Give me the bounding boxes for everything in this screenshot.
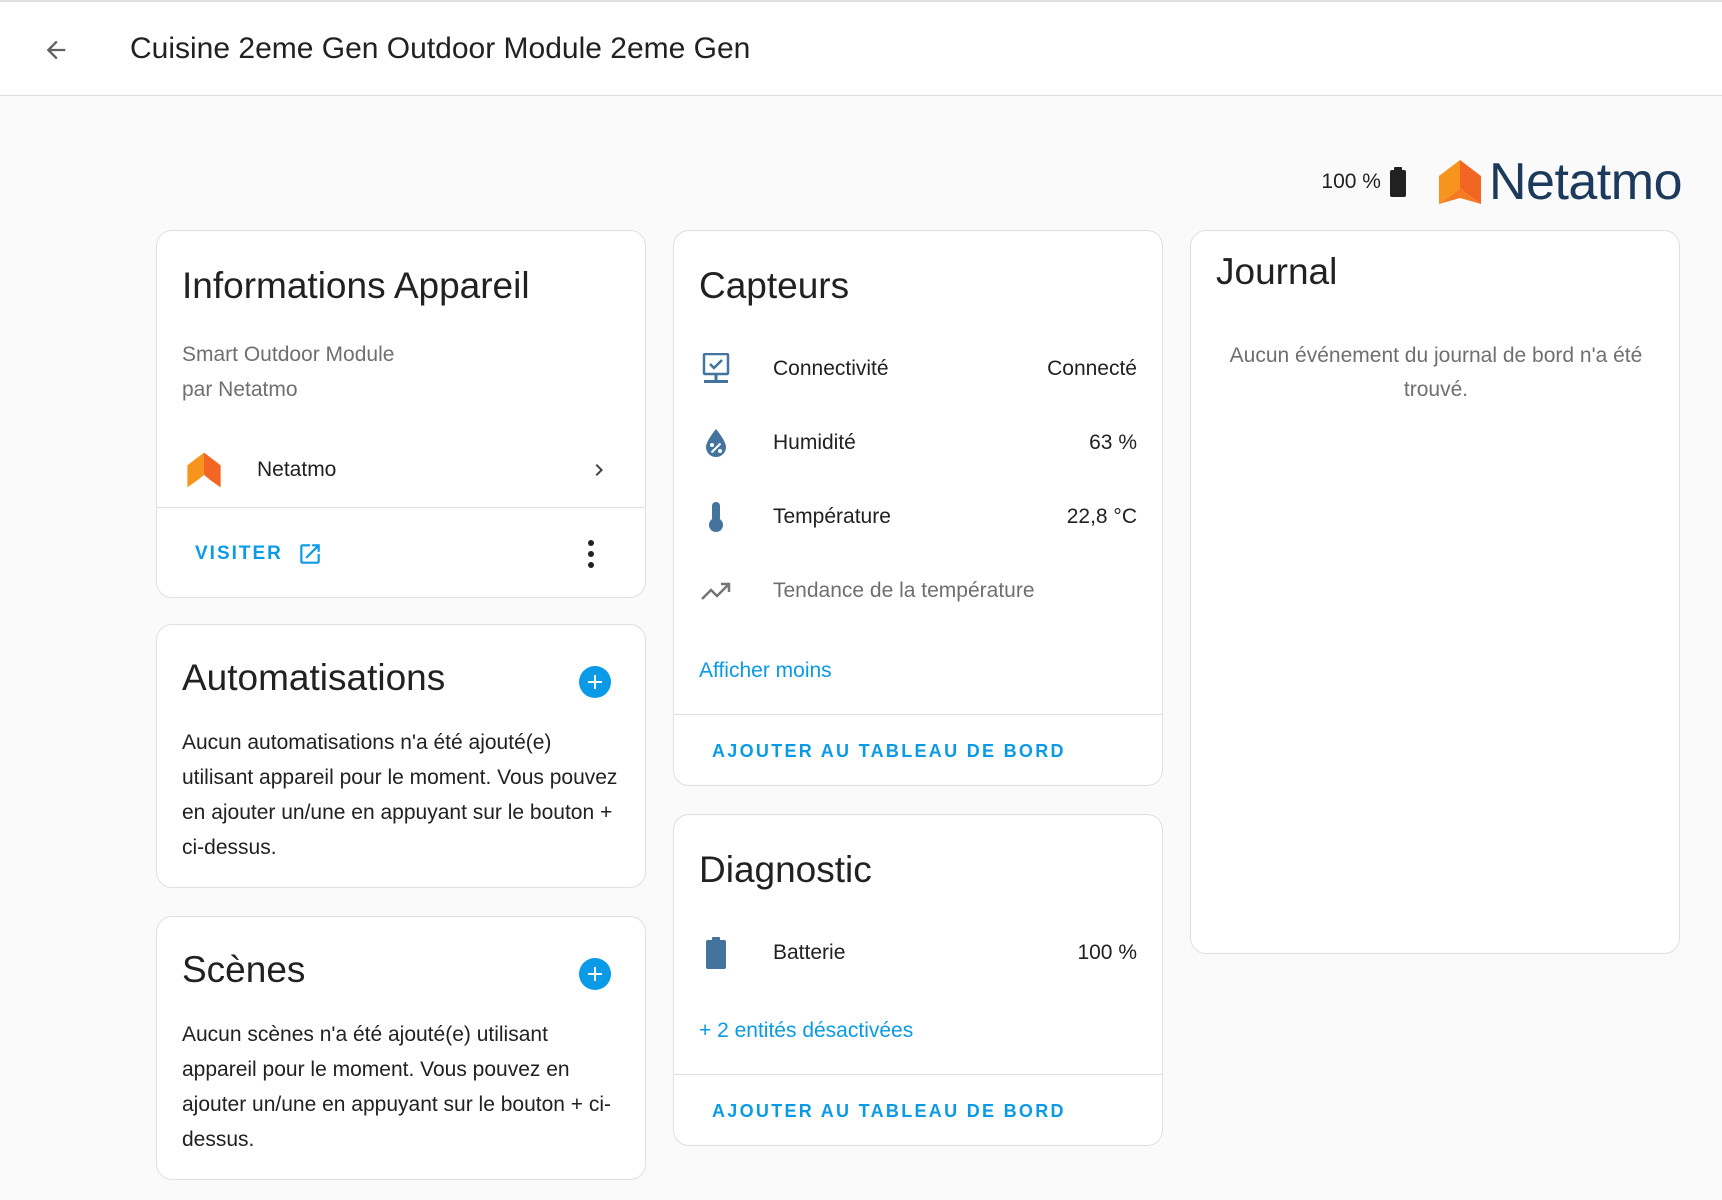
entity-value: 22,8 °C bbox=[1066, 505, 1137, 528]
integration-link-netatmo[interactable]: Netatmo bbox=[157, 439, 645, 501]
battery-percentage: 100 % bbox=[1321, 170, 1381, 193]
visit-button-label: VISITER bbox=[195, 543, 283, 564]
visit-button[interactable]: VISITER bbox=[195, 541, 323, 567]
show-less-link[interactable]: Afficher moins bbox=[699, 659, 832, 683]
netatmo-logo: Netatmo bbox=[1437, 152, 1683, 212]
back-button[interactable] bbox=[36, 30, 76, 70]
add-automation-button[interactable] bbox=[579, 666, 611, 698]
add-to-dashboard-button[interactable]: AJOUTER AU TABLEAU DE BORD bbox=[712, 741, 1066, 762]
entity-name: Humidité bbox=[773, 431, 856, 454]
dots-vertical-icon bbox=[588, 540, 594, 568]
netatmo-logo-text: Netatmo bbox=[1488, 153, 1683, 211]
plus-icon bbox=[588, 967, 602, 981]
entity-name: Tendance de la température bbox=[773, 579, 1035, 602]
top-app-bar: Cuisine 2eme Gen Outdoor Module 2eme Gen bbox=[0, 0, 1722, 96]
page-title: Cuisine 2eme Gen Outdoor Module 2eme Gen bbox=[130, 32, 751, 65]
diagnostic-title: Diagnostic bbox=[699, 849, 872, 890]
trend-icon bbox=[700, 575, 732, 607]
humidity-icon bbox=[700, 427, 732, 459]
sensors-title: Capteurs bbox=[699, 265, 850, 306]
netatmo-logo-mark-icon bbox=[1438, 160, 1481, 204]
entity-value: 63 % bbox=[1089, 431, 1137, 454]
entity-row-battery[interactable]: Batterie 100 % bbox=[674, 927, 1162, 979]
entity-value: 100 % bbox=[1077, 941, 1137, 964]
battery-icon bbox=[700, 937, 732, 969]
logbook-empty-text: Aucun événement du journal de bord n'a é… bbox=[1229, 344, 1643, 401]
divider bbox=[157, 507, 645, 508]
entity-row-connectivity[interactable]: Connectivité Connecté bbox=[674, 343, 1162, 395]
sensors-card: Capteurs Connectivité Connecté Humidité … bbox=[673, 230, 1163, 786]
logbook-card: Journal Aucun événement du journal de bo… bbox=[1190, 230, 1680, 954]
chevron-right-icon bbox=[587, 458, 611, 482]
thermometer-icon bbox=[700, 501, 732, 533]
automations-empty-text: Aucun automatisations n'a été ajouté(e) … bbox=[182, 731, 618, 859]
scenes-title: Scènes bbox=[182, 949, 306, 990]
more-options-button[interactable] bbox=[579, 537, 603, 571]
entity-row-humidity[interactable]: Humidité 63 % bbox=[674, 417, 1162, 469]
device-brand-header: 100 % Netatmo bbox=[1321, 152, 1682, 212]
device-manufacturer: par Netatmo bbox=[182, 378, 298, 401]
open-in-new-icon bbox=[297, 541, 323, 567]
automations-title: Automatisations bbox=[182, 657, 446, 698]
device-info-card: Informations Appareil Smart Outdoor Modu… bbox=[156, 230, 646, 598]
device-info-title: Informations Appareil bbox=[182, 265, 530, 306]
netatmo-icon bbox=[185, 451, 223, 489]
entity-row-temperature-trend[interactable]: Tendance de la température bbox=[674, 565, 1162, 617]
integration-name: Netatmo bbox=[257, 458, 337, 481]
scenes-card: Scènes Aucun scènes n'a été ajouté(e) ut… bbox=[156, 916, 646, 1180]
device-model: Smart Outdoor Module bbox=[182, 343, 395, 366]
diagnostic-card: Diagnostic Batterie 100 % + 2 entités dé… bbox=[673, 814, 1163, 1146]
logbook-title: Journal bbox=[1216, 251, 1338, 292]
automations-card: Automatisations Aucun automatisations n'… bbox=[156, 624, 646, 888]
divider bbox=[674, 714, 1162, 715]
add-to-dashboard-button[interactable]: AJOUTER AU TABLEAU DE BORD bbox=[712, 1101, 1066, 1122]
plus-icon bbox=[588, 675, 602, 689]
battery-full-icon bbox=[1389, 167, 1407, 197]
entity-value: Connecté bbox=[1047, 357, 1137, 380]
disabled-entities-link[interactable]: + 2 entités désactivées bbox=[699, 1019, 913, 1043]
entity-row-temperature[interactable]: Température 22,8 °C bbox=[674, 491, 1162, 543]
divider bbox=[674, 1074, 1162, 1075]
connectivity-icon bbox=[700, 353, 732, 385]
entity-name: Connectivité bbox=[773, 357, 889, 380]
entity-name: Batterie bbox=[773, 941, 846, 964]
add-scene-button[interactable] bbox=[579, 958, 611, 990]
entity-name: Température bbox=[773, 505, 891, 528]
arrow-left-icon bbox=[46, 40, 66, 60]
scenes-empty-text: Aucun scènes n'a été ajouté(e) utilisant… bbox=[182, 1023, 612, 1151]
